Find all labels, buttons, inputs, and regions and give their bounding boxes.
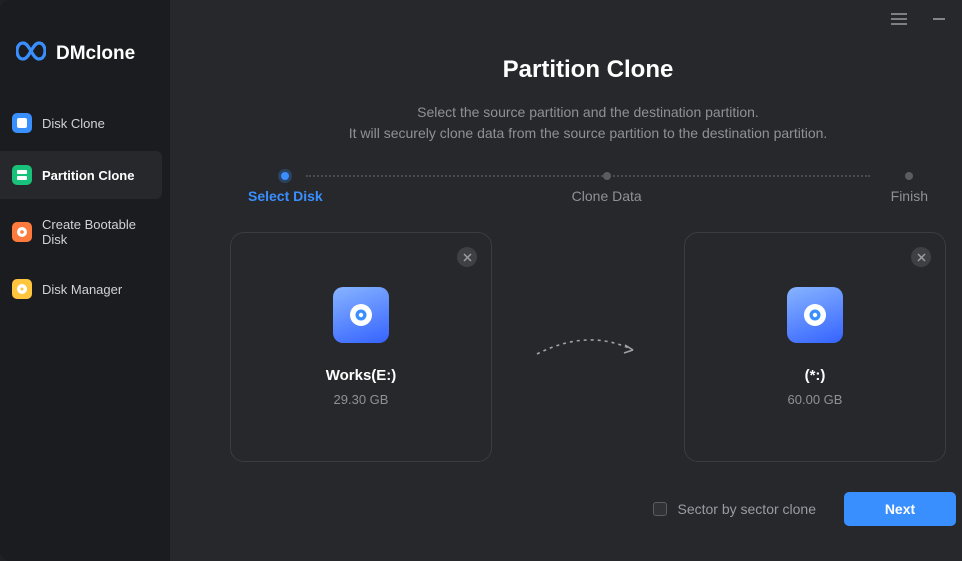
footer: Sector by sector clone Next: [170, 492, 962, 526]
arrow-icon: [528, 332, 648, 362]
disk-selection-row: Works(E:) 29.30 GB (*:) 60.00 GB: [230, 232, 946, 462]
sector-by-sector-option[interactable]: Sector by sector clone: [653, 501, 816, 517]
destination-size: 60.00 GB: [788, 392, 843, 407]
infinity-icon: [16, 40, 46, 67]
destination-title: (*:): [805, 367, 826, 384]
clear-destination-icon[interactable]: [911, 247, 931, 267]
titlebar: [170, 0, 962, 38]
source-title: Works(E:): [326, 367, 397, 384]
page-title: Partition Clone: [170, 56, 962, 84]
main-panel: Partition Clone Select the source partit…: [170, 0, 962, 561]
disk-clone-icon: [12, 113, 32, 133]
page-description: Select the source partition and the dest…: [170, 102, 962, 144]
bootable-disk-icon: [12, 222, 32, 242]
progress-steps: Select Disk Clone Data Finish: [248, 172, 928, 204]
source-size: 29.30 GB: [334, 392, 389, 407]
step-select-disk: Select Disk: [248, 172, 323, 204]
sidebar-item-partition-clone[interactable]: Partition Clone: [0, 151, 162, 199]
step-clone-data: Clone Data: [572, 172, 642, 204]
disk-icon: [787, 287, 843, 343]
sidebar-item-label: Create Bootable Disk: [42, 217, 158, 247]
step-dot-icon: [603, 172, 611, 180]
clear-source-icon[interactable]: [457, 247, 477, 267]
sidebar-item-label: Disk Clone: [42, 116, 105, 131]
sidebar-item-create-bootable-disk[interactable]: Create Bootable Disk: [0, 203, 170, 261]
step-finish: Finish: [891, 172, 928, 204]
sidebar-item-disk-clone[interactable]: Disk Clone: [0, 99, 170, 147]
partition-clone-icon: [12, 165, 32, 185]
next-button[interactable]: Next: [844, 492, 956, 526]
disk-icon: [333, 287, 389, 343]
step-dot-icon: [905, 172, 913, 180]
sidebar: DMclone Disk Clone Partition Clone Creat…: [0, 0, 170, 561]
sidebar-item-label: Disk Manager: [42, 282, 122, 297]
sidebar-item-label: Partition Clone: [42, 168, 134, 183]
sidebar-item-disk-manager[interactable]: Disk Manager: [0, 265, 170, 313]
step-dot-icon: [281, 172, 289, 180]
source-partition-card[interactable]: Works(E:) 29.30 GB: [230, 232, 492, 462]
checkbox-label: Sector by sector clone: [677, 501, 816, 517]
disk-manager-icon: [12, 279, 32, 299]
menu-icon[interactable]: [890, 10, 908, 28]
minimize-icon[interactable]: [930, 10, 948, 28]
checkbox-icon[interactable]: [653, 502, 667, 516]
destination-partition-card[interactable]: (*:) 60.00 GB: [684, 232, 946, 462]
app-logo: DMclone: [0, 40, 170, 95]
app-name: DMclone: [56, 43, 135, 65]
